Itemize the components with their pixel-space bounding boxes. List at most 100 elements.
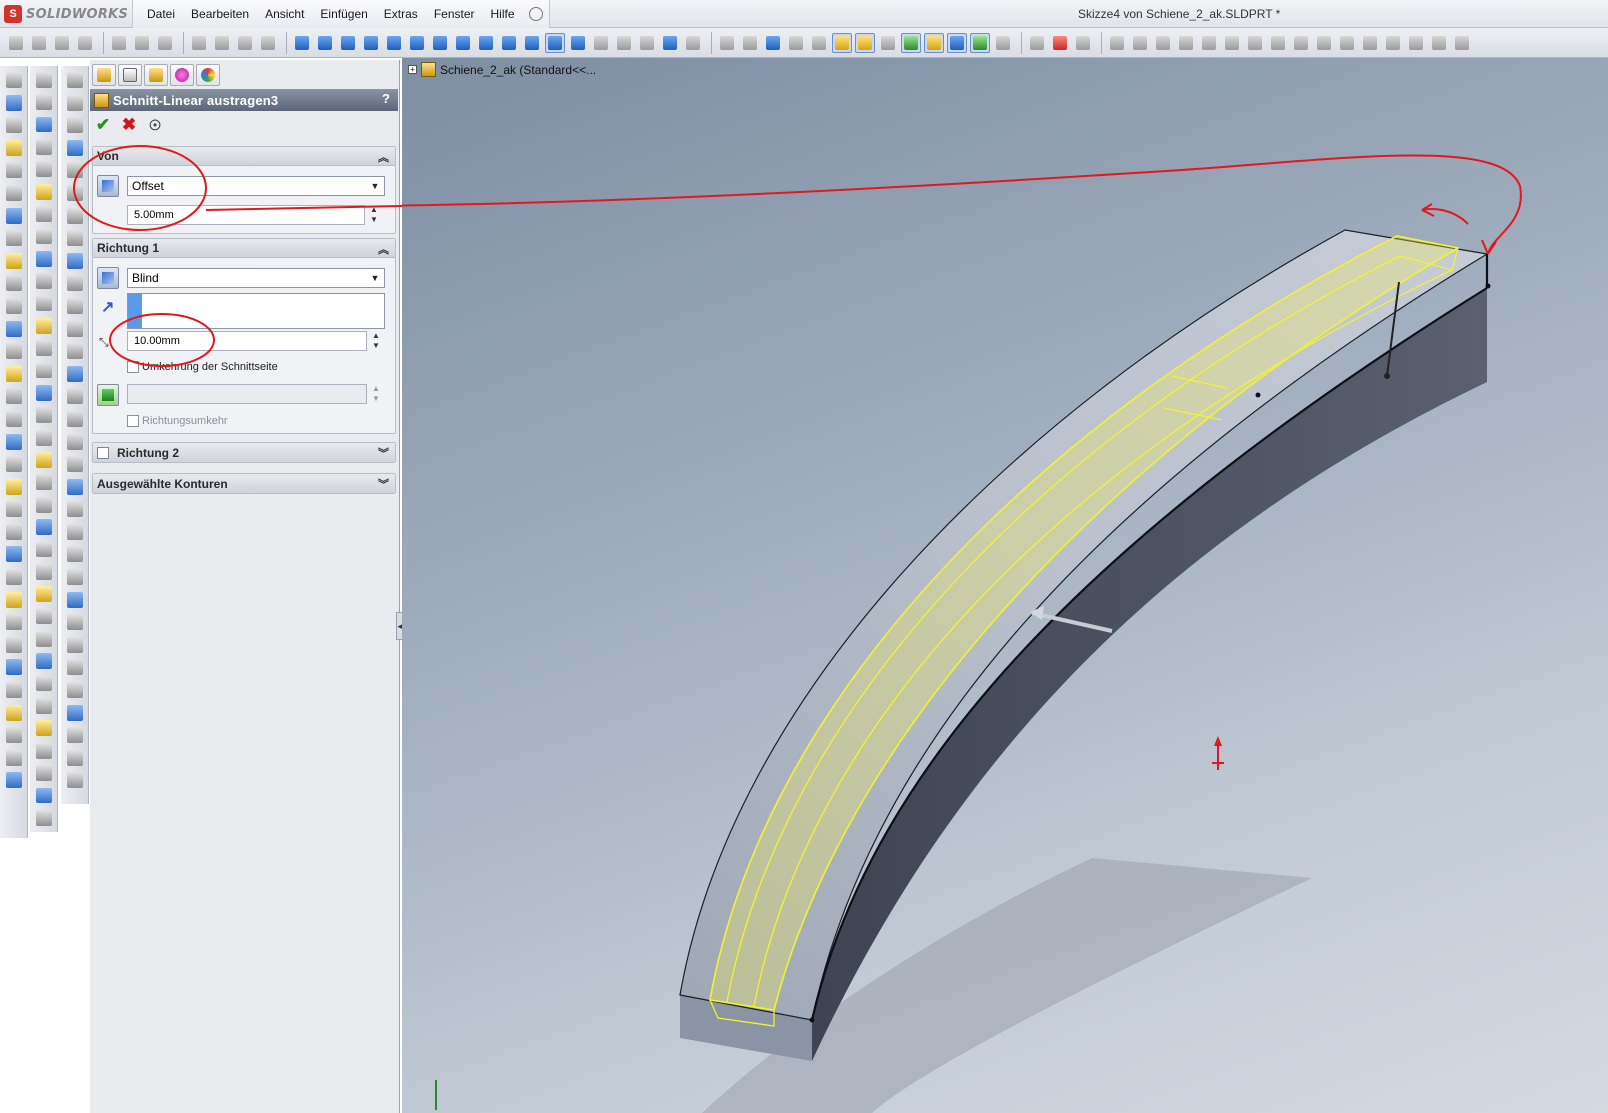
toolbar-tool-icon[interactable] bbox=[35, 653, 52, 670]
toolbar-tool-icon[interactable] bbox=[5, 297, 22, 314]
flip-side-checkbox[interactable]: Umkehrung der Schnittseite bbox=[127, 361, 278, 373]
toolbar-tool-icon[interactable] bbox=[66, 523, 83, 540]
save-icon[interactable] bbox=[52, 33, 72, 53]
snap-icon[interactable] bbox=[901, 32, 921, 53]
instant3d-icon[interactable] bbox=[1452, 33, 1472, 53]
toolbar-tool-icon[interactable] bbox=[35, 452, 52, 468]
direction-selection-box[interactable] bbox=[127, 293, 385, 329]
reference-geometry-icon[interactable] bbox=[1406, 33, 1426, 53]
toolbar-tool-icon[interactable] bbox=[5, 501, 22, 518]
toolbar-tool-icon[interactable] bbox=[66, 749, 83, 766]
menu-bearbeiten[interactable]: Bearbeiten bbox=[183, 7, 257, 21]
view-left-icon[interactable] bbox=[338, 33, 358, 53]
collapse-chevron-icon[interactable]: ︽ bbox=[378, 241, 389, 257]
toolbar-tool-icon[interactable] bbox=[66, 117, 83, 134]
dome-icon[interactable] bbox=[1337, 33, 1357, 53]
pin-menu-icon[interactable] bbox=[528, 7, 543, 21]
expand-chevron-icon[interactable]: ︾ bbox=[378, 445, 389, 461]
toolbar-tool-icon[interactable] bbox=[5, 727, 22, 744]
toolbar-tool-icon[interactable] bbox=[5, 569, 22, 586]
toolbar-tool-icon[interactable] bbox=[35, 563, 52, 580]
direction2-checkbox[interactable] bbox=[97, 446, 109, 459]
toolbar-tool-icon[interactable] bbox=[66, 682, 83, 699]
toolbar-tool-icon[interactable] bbox=[66, 365, 83, 382]
toolbar-tool-icon[interactable] bbox=[66, 252, 83, 269]
toolbar-tool-icon[interactable] bbox=[5, 162, 22, 179]
toolbar-tool-icon[interactable] bbox=[35, 340, 52, 357]
toolbar-tool-icon[interactable] bbox=[66, 275, 83, 292]
toolbar-tool-icon[interactable] bbox=[35, 541, 52, 558]
toolbar-tool-icon[interactable] bbox=[66, 727, 83, 744]
depth-spinner[interactable]: ▲ ▼ bbox=[371, 331, 381, 351]
feature-tree-flyout[interactable]: + Schiene_2_ak (Standard<<... bbox=[408, 62, 596, 77]
toolbar-tool-icon[interactable] bbox=[5, 523, 22, 540]
open-icon[interactable] bbox=[29, 33, 49, 53]
toolbar-tool-icon[interactable] bbox=[35, 630, 52, 647]
tab-dimxpert-manager[interactable] bbox=[170, 64, 194, 86]
3d-sketch-icon[interactable] bbox=[809, 33, 829, 53]
mirror-icon[interactable] bbox=[1383, 33, 1403, 53]
toolbar-tool-icon[interactable] bbox=[66, 478, 83, 495]
cancel-button[interactable]: ✖ bbox=[120, 116, 138, 134]
toolbar-tool-icon[interactable] bbox=[66, 94, 83, 111]
expand-chevron-icon[interactable]: ︾ bbox=[378, 476, 389, 492]
toolbar-tool-icon[interactable] bbox=[5, 456, 22, 473]
toolbar-tool-icon[interactable] bbox=[35, 519, 52, 535]
loft-icon[interactable] bbox=[1176, 33, 1196, 53]
toolbar-tool-icon[interactable] bbox=[5, 591, 22, 608]
toolbar-tool-icon[interactable] bbox=[35, 228, 52, 245]
tab-feature-manager[interactable] bbox=[92, 64, 116, 86]
graphics-viewport[interactable]: + Schiene_2_ak (Standard<<... bbox=[402, 58, 1608, 1113]
perpendicular-view-icon[interactable] bbox=[522, 33, 542, 53]
toolbar-tool-icon[interactable] bbox=[5, 749, 22, 766]
sweep-icon[interactable] bbox=[1153, 33, 1173, 53]
toolbar-tool-icon[interactable] bbox=[35, 586, 52, 603]
toolbar-tool-icon[interactable] bbox=[66, 546, 83, 563]
start-condition-select[interactable]: Offset ▼ bbox=[127, 176, 385, 196]
toolbar-tool-icon[interactable] bbox=[66, 320, 83, 337]
toolbar-tool-icon[interactable] bbox=[5, 72, 22, 88]
reverse-direction-icon[interactable] bbox=[97, 267, 119, 289]
toolbar-tool-icon[interactable] bbox=[35, 809, 52, 826]
camera-icon[interactable] bbox=[1027, 33, 1047, 53]
hide-show-icon[interactable] bbox=[878, 33, 898, 53]
selected-contours-header[interactable]: Ausgewählte Konturen ︾ bbox=[93, 474, 395, 493]
toolbar-tool-icon[interactable] bbox=[35, 72, 52, 88]
toolbar-tool-icon[interactable] bbox=[35, 206, 52, 222]
toolbar-tool-icon[interactable] bbox=[5, 704, 22, 721]
file-properties-icon[interactable] bbox=[155, 33, 175, 53]
linear-pattern-icon[interactable] bbox=[1360, 33, 1380, 53]
toolbar-tool-icon[interactable] bbox=[66, 636, 83, 653]
redo-icon[interactable] bbox=[212, 33, 232, 53]
draft-toggle-icon[interactable] bbox=[97, 384, 119, 406]
toolbar-tool-icon[interactable] bbox=[5, 636, 22, 653]
toolbar-tool-icon[interactable] bbox=[35, 787, 52, 804]
shaded-icon[interactable] bbox=[568, 33, 588, 53]
toolbar-tool-icon[interactable] bbox=[66, 184, 83, 201]
chamfer-icon[interactable] bbox=[1222, 33, 1242, 53]
toolbar-tool-icon[interactable] bbox=[66, 297, 83, 314]
toolbar-tool-icon[interactable] bbox=[5, 772, 22, 789]
toolbar-tool-icon[interactable] bbox=[5, 388, 22, 405]
dropdown-arrow-icon[interactable]: ▼ bbox=[368, 271, 382, 285]
toolbar-tool-icon[interactable] bbox=[66, 410, 83, 427]
toolbar-tool-icon[interactable] bbox=[35, 94, 52, 111]
offset-spinner[interactable]: ▲ ▼ bbox=[369, 205, 379, 225]
wrap-icon[interactable] bbox=[1314, 33, 1334, 53]
select-icon[interactable] bbox=[258, 33, 278, 53]
tab-display-manager[interactable] bbox=[196, 64, 220, 86]
toolbar-tool-icon[interactable] bbox=[66, 772, 83, 789]
toolbar-tool-icon[interactable] bbox=[35, 407, 52, 424]
toolbar-tool-icon[interactable] bbox=[35, 139, 52, 155]
toolbar-tool-icon[interactable] bbox=[35, 273, 52, 289]
show-relations-icon[interactable] bbox=[832, 32, 852, 53]
toolbar-tool-icon[interactable] bbox=[66, 72, 83, 88]
draft-icon[interactable] bbox=[1291, 33, 1311, 53]
toolbar-tool-icon[interactable] bbox=[35, 720, 52, 737]
view-bottom-icon[interactable] bbox=[407, 33, 427, 53]
toolbar-tool-icon[interactable] bbox=[66, 456, 83, 473]
detailed-preview-button[interactable]: ☉ bbox=[146, 116, 164, 134]
toolbar-tool-icon[interactable] bbox=[66, 433, 83, 450]
toolbar-tool-icon[interactable] bbox=[5, 320, 22, 337]
toolbar-tool-icon[interactable] bbox=[5, 275, 22, 292]
